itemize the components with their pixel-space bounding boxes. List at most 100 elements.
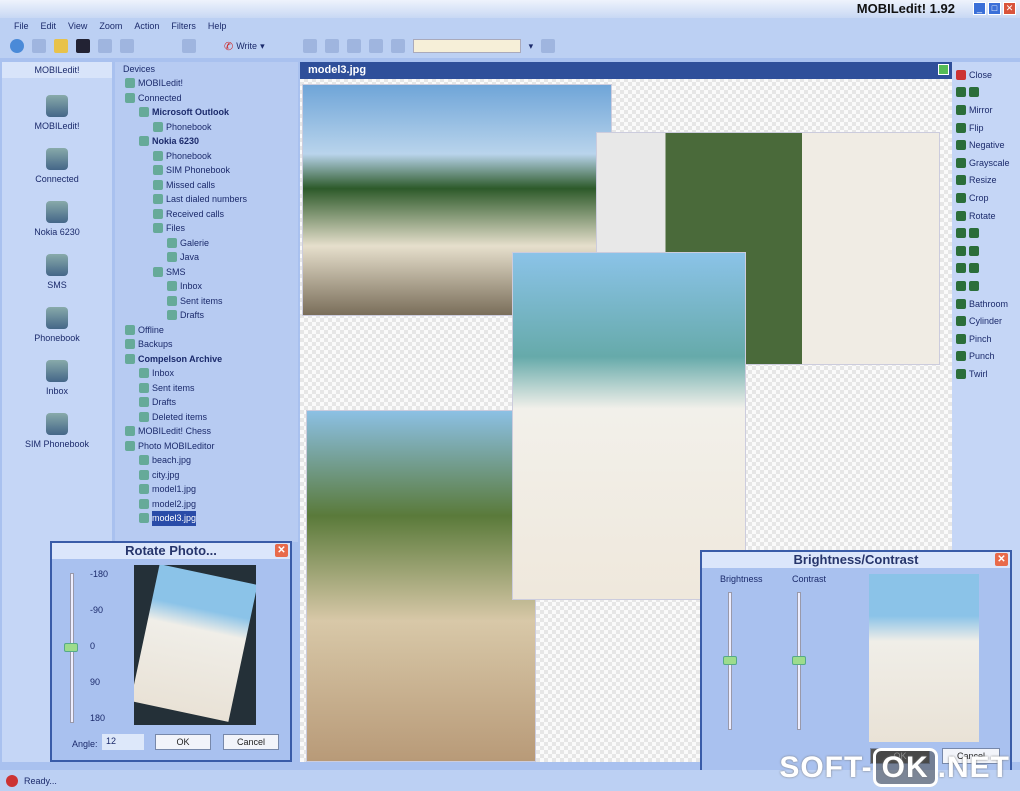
refresh-icon[interactable] <box>10 39 24 53</box>
tool-icon[interactable] <box>346 39 361 53</box>
tool-negative[interactable]: Negative <box>956 136 1020 154</box>
open-folder-icon[interactable] <box>54 39 68 53</box>
tool-icon-row[interactable] <box>956 277 1020 295</box>
tree-node[interactable]: Last dialed numbers <box>115 192 298 207</box>
phone-icon: ✆ <box>224 40 234 53</box>
angle-slider-thumb[interactable] <box>64 643 78 652</box>
tool-crop[interactable]: Crop <box>956 189 1020 207</box>
tree-node[interactable]: MOBILedit! <box>115 76 298 91</box>
grayscale-icon <box>956 157 966 168</box>
tree-node[interactable]: Missed calls <box>115 178 298 193</box>
menu-filters[interactable]: Filters <box>171 21 196 31</box>
tree-node[interactable]: Microsoft Outlook <box>115 105 298 120</box>
tree-node[interactable]: MOBILedit! Chess <box>115 424 298 439</box>
tool-icon-row[interactable] <box>956 224 1020 242</box>
tool-icon-row[interactable] <box>956 84 1020 102</box>
flip-icon <box>956 122 966 133</box>
tree-node[interactable]: SMS <box>115 265 298 280</box>
toolbar-combo[interactable] <box>412 39 521 53</box>
tree-node-label: Sent items <box>152 382 195 393</box>
tree-node[interactable]: Phonebook <box>115 120 298 135</box>
tree-node[interactable]: Compelson Archive <box>115 352 298 367</box>
tree-node[interactable]: model1.jpg <box>115 482 298 497</box>
tree-node[interactable]: Drafts <box>115 395 298 410</box>
brightness-slider-thumb[interactable] <box>723 656 737 665</box>
left-nav-item[interactable]: SMS <box>2 245 112 290</box>
left-nav-item[interactable]: Inbox <box>2 351 112 396</box>
ok-button[interactable]: OK <box>155 734 211 750</box>
tree-node[interactable]: Sent items <box>115 381 298 396</box>
left-nav-item[interactable]: Nokia 6230 <box>2 192 112 237</box>
tool-bathroom[interactable]: Bathroom <box>956 295 1020 313</box>
tool-icon[interactable] <box>324 39 339 53</box>
tool-flip[interactable]: Flip <box>956 119 1020 137</box>
tree-node[interactable]: Nokia 6230 <box>115 134 298 149</box>
tree-node[interactable]: Galerie <box>115 236 298 251</box>
photo-model3[interactable] <box>512 252 746 600</box>
tree-node[interactable]: Sent items <box>115 294 298 309</box>
paste-icon[interactable] <box>182 39 196 53</box>
angle-input[interactable]: 12 <box>102 734 144 750</box>
minimize-button[interactable]: _ <box>973 2 986 15</box>
tool-pinch[interactable]: Pinch <box>956 330 1020 348</box>
left-nav-item[interactable]: MOBILedit! <box>2 86 112 131</box>
menu-file[interactable]: File <box>14 21 29 31</box>
viewer-icon[interactable] <box>938 64 949 75</box>
menu-edit[interactable]: Edit <box>41 21 57 31</box>
photo-model2[interactable] <box>306 410 536 762</box>
cut-icon[interactable] <box>98 39 112 53</box>
tree-node[interactable]: Backups <box>115 337 298 352</box>
tree-node[interactable]: beach.jpg <box>115 453 298 468</box>
tool-icon[interactable] <box>302 39 317 53</box>
new-icon[interactable] <box>32 39 46 53</box>
tree-node[interactable]: model3.jpg <box>115 511 298 526</box>
tool-rotate[interactable]: Rotate <box>956 207 1020 225</box>
tree-node[interactable]: Java <box>115 250 298 265</box>
tool-mirror[interactable]: Mirror <box>956 101 1020 119</box>
tree-node-label: city.jpg <box>152 469 180 480</box>
tree-node[interactable]: Received calls <box>115 207 298 222</box>
tool-twirl[interactable]: Twirl <box>956 365 1020 383</box>
close-icon[interactable]: ✕ <box>995 553 1008 566</box>
menu-bar: File Edit View Zoom Action Filters Help <box>0 18 1020 34</box>
tree-node[interactable]: Phonebook <box>115 149 298 164</box>
tree-node-icon <box>125 324 135 335</box>
maximize-button[interactable]: □ <box>988 2 1001 15</box>
cancel-button[interactable]: Cancel <box>223 734 279 750</box>
left-nav-item[interactable]: SIM Phonebook <box>2 404 112 449</box>
crop-icon <box>956 192 966 203</box>
copy-icon[interactable] <box>120 39 134 53</box>
menu-help[interactable]: Help <box>208 21 227 31</box>
tree-node[interactable]: Offline <box>115 323 298 338</box>
tool-icon-row[interactable] <box>956 260 1020 278</box>
write-button[interactable]: ✆ Write ▾ <box>224 40 265 53</box>
tree-node[interactable]: Photo MOBILeditor <box>115 439 298 454</box>
tree-node[interactable]: city.jpg <box>115 468 298 483</box>
contrast-slider-thumb[interactable] <box>792 656 806 665</box>
tool-grayscale[interactable]: Grayscale <box>956 154 1020 172</box>
tool-close[interactable]: Close <box>956 66 1020 84</box>
close-icon[interactable]: ✕ <box>275 544 288 557</box>
tool-cylinder[interactable]: Cylinder <box>956 312 1020 330</box>
tree-node[interactable]: Deleted items <box>115 410 298 425</box>
undo-icon[interactable] <box>368 39 383 53</box>
left-nav-item[interactable]: Phonebook <box>2 298 112 343</box>
close-window-button[interactable]: ✕ <box>1003 2 1016 15</box>
tree-node[interactable]: Files <box>115 221 298 236</box>
tree-node[interactable]: SIM Phonebook <box>115 163 298 178</box>
tree-node[interactable]: Inbox <box>115 279 298 294</box>
tree-node[interactable]: Drafts <box>115 308 298 323</box>
redo-icon[interactable] <box>390 39 405 53</box>
tool-resize[interactable]: Resize <box>956 172 1020 190</box>
tool-icon-row[interactable] <box>956 242 1020 260</box>
tree-node[interactable]: Connected <box>115 91 298 106</box>
tree-node[interactable]: Inbox <box>115 366 298 381</box>
left-nav-item[interactable]: Connected <box>2 139 112 184</box>
save-icon[interactable] <box>76 39 90 53</box>
menu-view[interactable]: View <box>68 21 87 31</box>
tool-punch[interactable]: Punch <box>956 348 1020 366</box>
search-icon[interactable] <box>541 39 556 53</box>
menu-action[interactable]: Action <box>134 21 159 31</box>
tree-node[interactable]: model2.jpg <box>115 497 298 512</box>
menu-zoom[interactable]: Zoom <box>99 21 122 31</box>
